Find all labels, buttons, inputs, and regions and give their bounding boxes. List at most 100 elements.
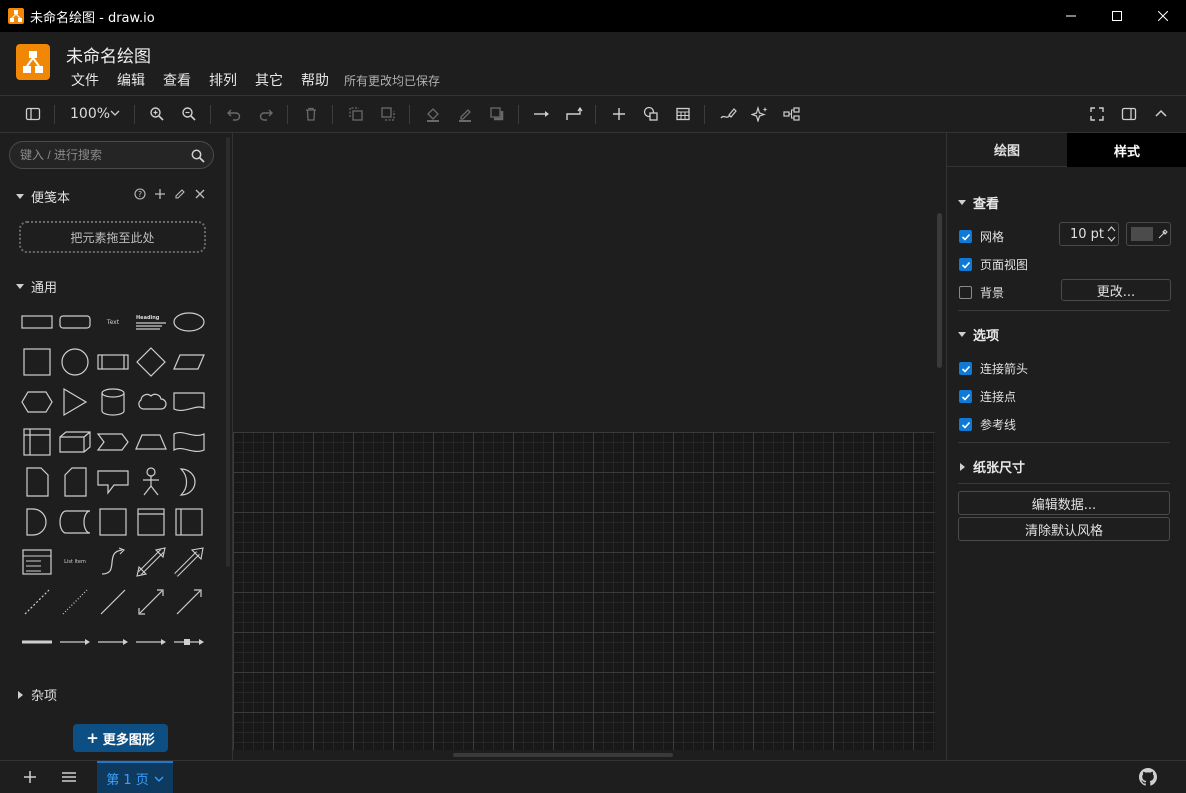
- stored-data-shape[interactable]: [56, 503, 94, 541]
- zoom-dropdown[interactable]: 100%: [70, 106, 110, 122]
- canvas-vertical-scrollbar[interactable]: [937, 213, 942, 368]
- textbox-shape[interactable]: Heading: [132, 303, 170, 341]
- zoom-in-button[interactable]: [145, 102, 169, 126]
- line-shape[interactable]: [94, 583, 132, 621]
- tab-style[interactable]: 样式: [1067, 133, 1186, 167]
- fullscreen-button[interactable]: [1085, 102, 1109, 126]
- maximize-button[interactable]: [1094, 0, 1140, 32]
- triangle-shape[interactable]: [56, 383, 94, 421]
- scratchpad-header[interactable]: 便笺本: [16, 187, 70, 206]
- freehand-button[interactable]: [716, 102, 740, 126]
- trapezoid-shape[interactable]: [132, 423, 170, 461]
- diamond-shape[interactable]: [132, 343, 170, 381]
- container-shape[interactable]: [94, 503, 132, 541]
- help-icon[interactable]: ?: [133, 187, 147, 201]
- page-tab[interactable]: 第 1 页: [97, 761, 173, 793]
- add-page-button[interactable]: [22, 769, 38, 789]
- options-section-header[interactable]: 选项: [958, 325, 999, 344]
- or-shape[interactable]: [170, 463, 208, 501]
- grid-size-stepper[interactable]: [1107, 225, 1116, 243]
- paper-size-section-header[interactable]: 纸张尺寸: [958, 457, 1025, 476]
- diagram-canvas[interactable]: [233, 133, 946, 760]
- bidirectional-arrow-shape[interactable]: [132, 543, 170, 581]
- guides-checkbox[interactable]: [959, 418, 972, 431]
- pages-menu-button[interactable]: [60, 769, 78, 789]
- page-view-option[interactable]: 页面视图: [959, 256, 1028, 273]
- connector-label-shape[interactable]: [56, 623, 94, 661]
- delay-shape[interactable]: [18, 503, 56, 541]
- shapes-button[interactable]: [639, 102, 663, 126]
- to-front-button[interactable]: [344, 102, 368, 126]
- clear-default-style-button[interactable]: 清除默认风格: [958, 517, 1170, 541]
- diagram-page-grid[interactable]: [233, 432, 935, 750]
- list-shape[interactable]: [18, 543, 56, 581]
- circle-shape[interactable]: [56, 343, 94, 381]
- general-section-header[interactable]: 通用: [16, 277, 57, 296]
- background-option[interactable]: 背景: [959, 284, 1004, 301]
- grid-size-input[interactable]: 10 pt: [1059, 222, 1119, 246]
- connector-2-labels-shape[interactable]: [94, 623, 132, 661]
- sidebar-toggle-button[interactable]: [21, 102, 45, 126]
- ellipse-shape[interactable]: [170, 303, 208, 341]
- shadow-button[interactable]: [485, 102, 509, 126]
- hexagon-shape[interactable]: [18, 383, 56, 421]
- close-button[interactable]: [1140, 0, 1186, 32]
- cube-shape[interactable]: [56, 423, 94, 461]
- layout-button[interactable]: [780, 102, 804, 126]
- format-panel-toggle-button[interactable]: [1117, 102, 1141, 126]
- dashed-line-shape[interactable]: [18, 583, 56, 621]
- directional-connector-shape[interactable]: [170, 583, 208, 621]
- process-shape[interactable]: [94, 343, 132, 381]
- search-box[interactable]: [9, 141, 214, 169]
- misc-section-header[interactable]: 杂项: [16, 685, 57, 704]
- guides-option[interactable]: 参考线: [959, 416, 1016, 433]
- tab-diagram[interactable]: 绘图: [947, 133, 1067, 167]
- cylinder-shape[interactable]: [94, 383, 132, 421]
- arrow-shape[interactable]: [170, 543, 208, 581]
- internal-storage-shape[interactable]: [18, 423, 56, 461]
- menu-help[interactable]: 帮助: [292, 70, 338, 90]
- menu-extras[interactable]: 其它: [246, 70, 292, 90]
- spin-up-icon[interactable]: [1107, 225, 1116, 232]
- parallelogram-shape[interactable]: [170, 343, 208, 381]
- fill-color-button[interactable]: [421, 102, 445, 126]
- ai-generate-button[interactable]: [748, 102, 772, 126]
- document-shape[interactable]: [170, 383, 208, 421]
- connection-points-option[interactable]: 连接点: [959, 388, 1016, 405]
- menu-arrange[interactable]: 排列: [200, 70, 246, 90]
- scratchpad-dropzone[interactable]: 把元素拖至此处: [19, 221, 206, 253]
- card-shape[interactable]: [56, 463, 94, 501]
- step-shape[interactable]: [94, 423, 132, 461]
- search-input[interactable]: [20, 146, 185, 164]
- curve-shape[interactable]: [94, 543, 132, 581]
- list-item-shape[interactable]: List Item: [56, 543, 94, 581]
- actor-shape[interactable]: [132, 463, 170, 501]
- change-background-button[interactable]: 更改...: [1061, 279, 1171, 301]
- to-back-button[interactable]: [376, 102, 400, 126]
- edit-icon[interactable]: [173, 187, 187, 201]
- text-shape[interactable]: Text: [94, 303, 132, 341]
- document-title[interactable]: 未命名绘图: [66, 42, 151, 67]
- edit-data-button[interactable]: 编辑数据...: [958, 491, 1170, 515]
- rounded-rectangle-shape[interactable]: [56, 303, 94, 341]
- grid-checkbox[interactable]: [959, 230, 972, 243]
- connection-arrows-option[interactable]: 连接箭头: [959, 360, 1028, 377]
- redo-button[interactable]: [254, 102, 278, 126]
- undo-button[interactable]: [222, 102, 246, 126]
- menu-edit[interactable]: 编辑: [108, 70, 154, 90]
- menu-file[interactable]: 文件: [62, 70, 108, 90]
- spin-down-icon[interactable]: [1107, 236, 1116, 243]
- note-shape[interactable]: [18, 463, 56, 501]
- page-view-checkbox[interactable]: [959, 258, 972, 271]
- square-shape[interactable]: [18, 343, 56, 381]
- github-link[interactable]: [1139, 768, 1157, 790]
- sidebar-scrollbar[interactable]: [226, 137, 230, 567]
- callout-shape[interactable]: [94, 463, 132, 501]
- connection-arrows-checkbox[interactable]: [959, 362, 972, 375]
- delete-button[interactable]: [299, 102, 323, 126]
- save-status[interactable]: 所有更改均已保存: [344, 72, 440, 89]
- zoom-out-button[interactable]: [177, 102, 201, 126]
- search-icon[interactable]: [191, 148, 205, 167]
- rectangle-shape[interactable]: [18, 303, 56, 341]
- vertical-container-shape[interactable]: [170, 503, 208, 541]
